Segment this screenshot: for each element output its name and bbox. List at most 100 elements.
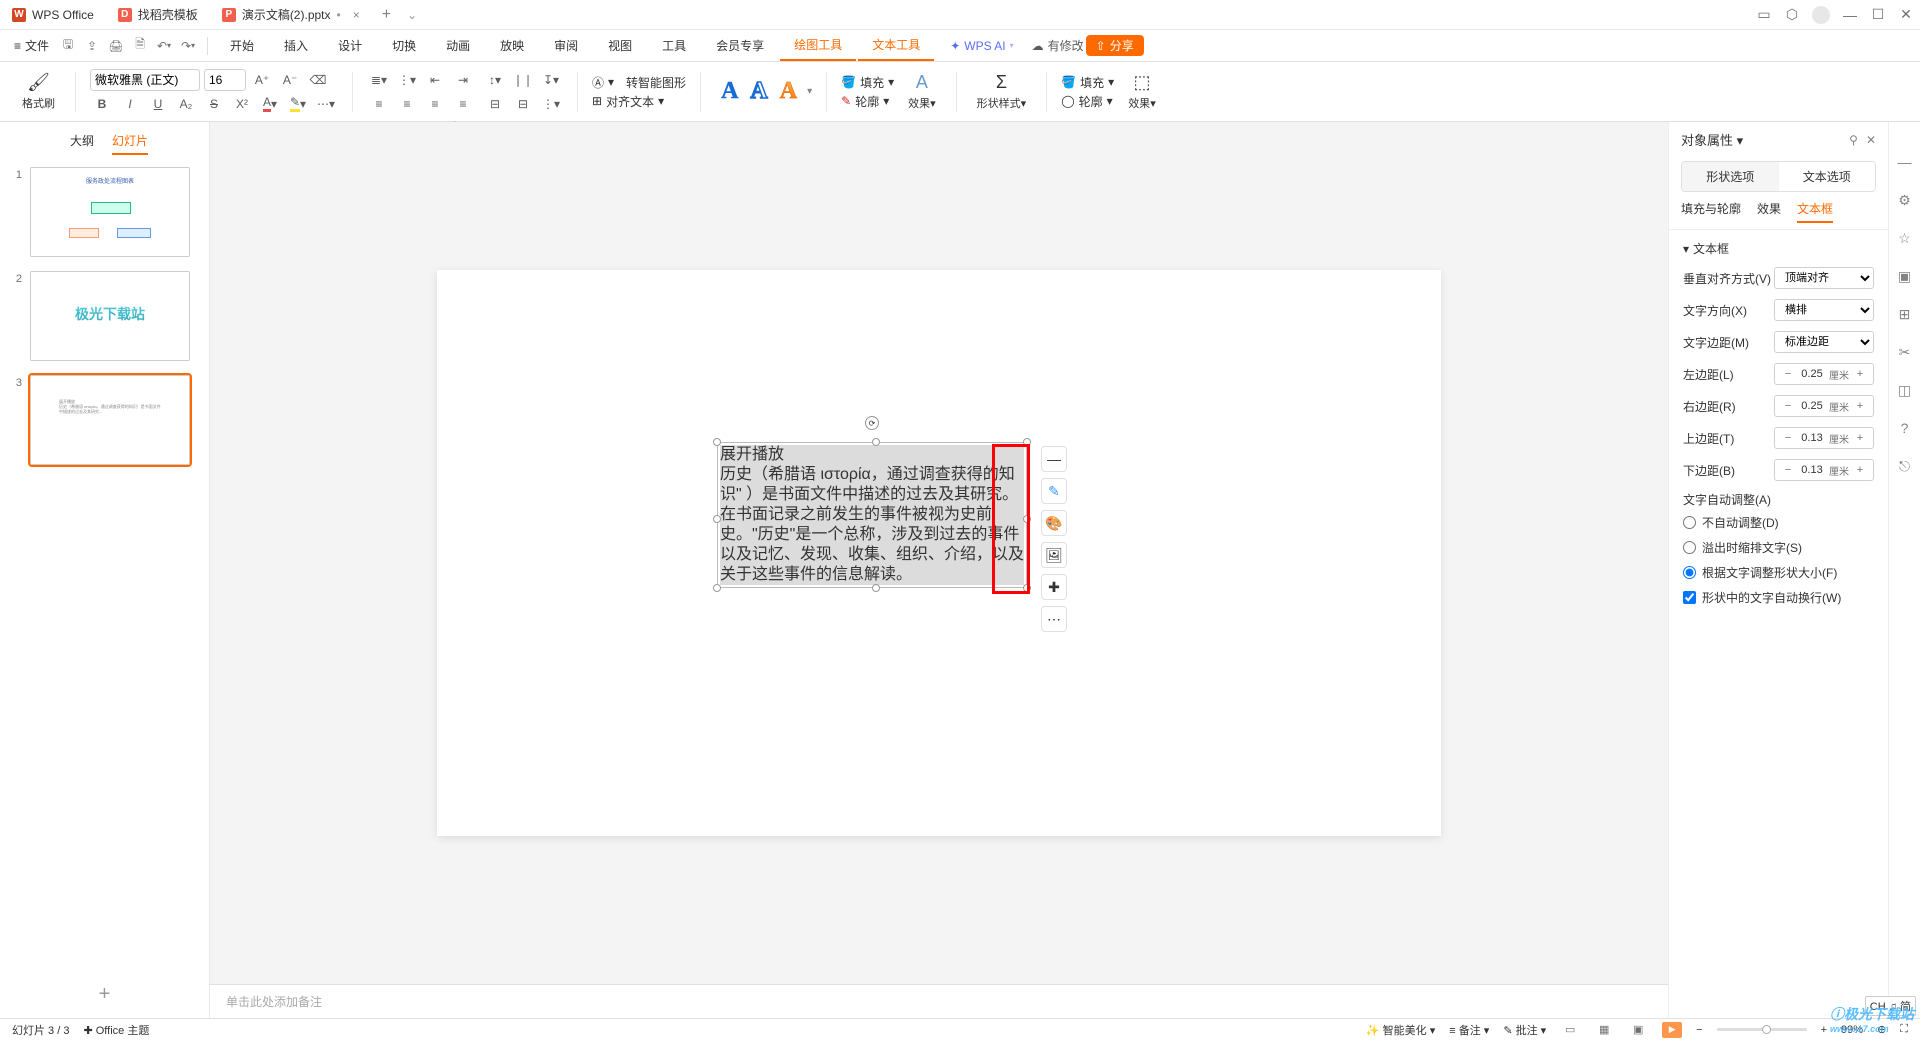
bottom-margin-spin[interactable]: −0.13厘米+ [1774,459,1874,481]
mt-effect[interactable]: 效果 [1757,200,1781,223]
slide-canvas[interactable]: ⟳ 展开播放历史（希腊语 ιστορία，通过调查获得的知识" ）是书面文件中描… [437,270,1441,836]
clear-format-icon[interactable]: ⌫ [306,69,330,91]
avatar-icon[interactable] [1812,6,1830,24]
underline-icon[interactable]: U [146,93,170,115]
view-grid-icon[interactable]: ▦ [1594,1022,1614,1038]
slides-tab[interactable]: 幻灯片 [112,132,148,155]
notes-toggle[interactable]: ≡ 备注 ▾ [1449,1022,1489,1038]
text-content[interactable]: 展开播放历史（希腊语 ιστορία，通过调查获得的知识" ）是书面文件中描述的… [720,445,1024,585]
font-name-input[interactable] [90,69,200,91]
strike-icon[interactable]: S [202,93,226,115]
menu-hamburger[interactable]: ≡文件 [8,37,55,54]
wordart-style-3[interactable]: A [774,78,803,105]
menu-animation[interactable]: 动画 [432,30,484,61]
box-icon[interactable]: ⬡ [1778,6,1806,23]
rail-help-icon[interactable]: ? [1895,418,1915,438]
text-fill-combo[interactable]: 🪣填充▾ [841,74,894,91]
window-close-icon[interactable]: ✕ [1892,6,1920,23]
menu-start[interactable]: 开始 [216,30,268,61]
float-more-icon[interactable]: ⋯ [1041,606,1067,632]
autofit-none[interactable]: 不自动调整(D) [1683,514,1874,531]
mt-fill[interactable]: 填充与轮廓 [1681,200,1741,223]
comments-toggle[interactable]: ✎ 批注 ▾ [1503,1022,1546,1038]
decrease-font-icon[interactable]: A⁻ [278,69,302,91]
float-minus-icon[interactable]: — [1041,446,1067,472]
window-compact-icon[interactable]: ▭ [1750,6,1778,23]
cube-button[interactable]: ⬚效果▾ [1122,68,1162,115]
bold-icon[interactable]: B [90,93,114,115]
align-right-icon[interactable]: ≡ [423,93,447,115]
tab-list-button[interactable]: ⌄ [407,8,417,22]
numbering-icon[interactable]: ⋮▾ [395,69,419,91]
new-tab-button[interactable]: + [372,6,401,24]
subscript-icon[interactable]: A₂ [174,93,198,115]
tab-document[interactable]: P 演示文稿(2).pptx • × [210,0,372,29]
add-slide-button[interactable]: + [0,971,209,1018]
share-button[interactable]: ⇧分享 [1086,35,1144,56]
float-magic-icon[interactable]: ✚ [1041,574,1067,600]
margin-select[interactable]: 标准边距 [1774,331,1874,353]
rail-object-icon[interactable]: ◫ [1895,380,1915,400]
mt-textbox[interactable]: 文本框 [1797,200,1833,223]
redo-icon[interactable]: ↷▾ [177,35,199,57]
tab-templates[interactable]: D 找稻壳模板 [106,0,210,29]
columns-icon[interactable]: ❘❘ [511,69,535,91]
align-text-combo[interactable]: ⊞对齐文本▾ [592,93,686,110]
export-icon[interactable]: ⇪ [81,35,103,57]
list-level-icon[interactable]: ⋮▾ [539,93,563,115]
highlight-icon[interactable]: ✎▾ [286,93,310,115]
direction-select[interactable]: 横排 [1774,299,1874,321]
wordart-gallery[interactable]: A A A ▾ [715,78,812,105]
menu-tools[interactable]: 工具 [648,30,700,61]
text-direction-icon[interactable]: ↧▾ [539,69,563,91]
indent-dec-icon[interactable]: ⇤ [423,69,447,91]
close-panel-icon[interactable]: ✕ [1866,133,1876,147]
shape-options-tab[interactable]: 形状选项 [1682,162,1779,191]
cloud-modified[interactable]: ☁有修改 [1032,37,1084,54]
rail-tools-icon[interactable]: ✂ [1895,342,1915,362]
menu-wps-ai[interactable]: ✦WPS AI▾ [936,30,1027,61]
line-spacing-icon[interactable]: ↕▾ [483,69,507,91]
rail-star-icon[interactable]: ☆ [1895,228,1915,248]
char-shading-icon[interactable]: ⋯▾ [314,93,338,115]
text-outline-combo[interactable]: ✎轮廓▾ [841,93,894,110]
undo-icon[interactable]: ↶▾ [153,35,175,57]
align-left-icon[interactable]: ≡ [367,93,391,115]
wordart-style-2[interactable]: A [744,78,773,105]
tab-wps-home[interactable]: W WPS Office [0,0,106,29]
zoom-out-icon[interactable]: − [1696,1024,1702,1036]
shape-outline-combo[interactable]: ◯轮廓▾ [1061,93,1114,110]
menu-view[interactable]: 视图 [594,30,646,61]
slide-thumb-1[interactable]: 服务政处流程图表 [30,167,190,257]
direction-combo[interactable]: Ⓐ▾ 转智能图形 [592,74,686,91]
menu-text-tools[interactable]: 文本工具 [858,30,934,61]
rail-link-icon[interactable]: ⎋ [1895,456,1915,476]
text-box[interactable]: ⟳ 展开播放历史（希腊语 ιστορία，通过调查获得的知识" ）是书面文件中描… [717,442,1027,588]
slide-thumb-2[interactable]: 极光下载站 [30,271,190,361]
wordart-style-1[interactable]: A [715,78,744,105]
view-normal-icon[interactable]: ▭ [1560,1022,1580,1038]
rail-collapse-icon[interactable]: — [1895,152,1915,172]
menu-review[interactable]: 审阅 [540,30,592,61]
formula-button[interactable]: Σ形状样式▾ [971,68,1033,115]
menu-insert[interactable]: 插入 [270,30,322,61]
indent-inc-icon[interactable]: ⇥ [451,69,475,91]
float-image-icon[interactable]: 🖼 [1041,542,1067,568]
font-size-input[interactable] [204,69,246,91]
rail-clip-icon[interactable]: ⊞ [1895,304,1915,324]
view-slideshow-icon[interactable]: ▶ [1662,1022,1682,1038]
float-pen-icon[interactable]: ✎ [1041,478,1067,504]
left-margin-spin[interactable]: −0.25厘米+ [1774,363,1874,385]
format-painter-button[interactable]: 🖌格式刷 [16,68,61,115]
right-margin-spin[interactable]: −0.25厘米+ [1774,395,1874,417]
top-margin-spin[interactable]: −0.13厘米+ [1774,427,1874,449]
wrap-checkbox[interactable]: 形状中的文字自动换行(W) [1683,589,1874,606]
increase-font-icon[interactable]: A⁺ [250,69,274,91]
menu-transition[interactable]: 切换 [378,30,430,61]
view-reading-icon[interactable]: ▣ [1628,1022,1648,1038]
notes-area[interactable]: 单击此处添加备注 [210,984,1668,1018]
italic-icon[interactable]: I [118,93,142,115]
superscript-icon[interactable]: X² [230,93,254,115]
valign-select[interactable]: 顶端对齐 [1774,267,1874,289]
bullets-icon[interactable]: ≣▾ [367,69,391,91]
